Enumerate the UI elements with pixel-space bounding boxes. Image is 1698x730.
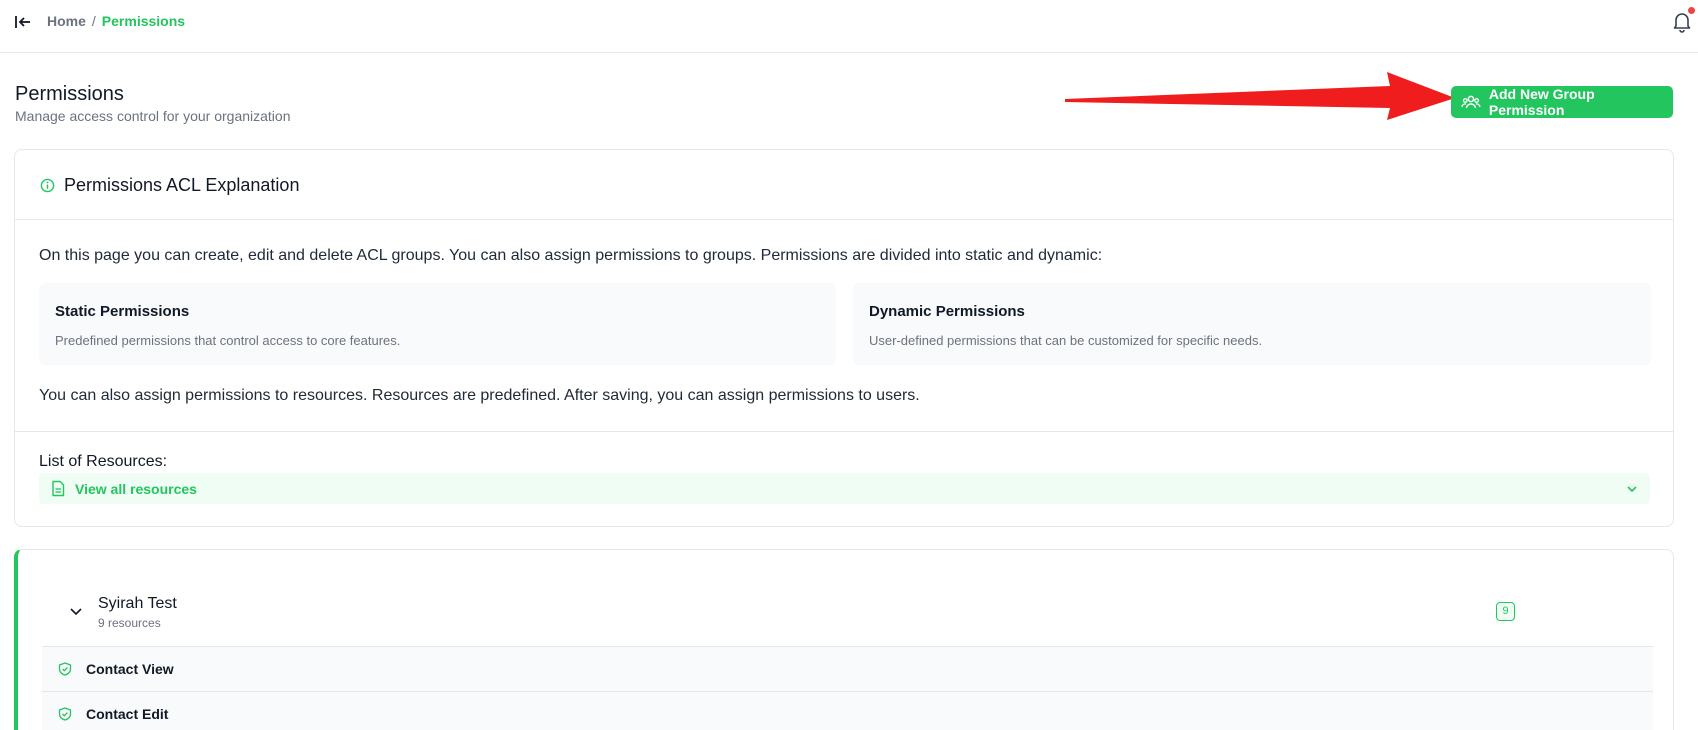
divider — [15, 431, 1673, 432]
static-permissions-title: Static Permissions — [55, 303, 190, 320]
top-bar: Home / Permissions — [0, 0, 1698, 53]
card-title: Permissions ACL Explanation — [64, 175, 300, 195]
group-permission-card: Syirah Test 9 resources 9 Contact View C… — [14, 549, 1674, 730]
resource-label: Contact Edit — [86, 706, 169, 722]
resources-label: List of Resources: — [39, 453, 168, 470]
breadcrumb: Home / Permissions — [47, 12, 185, 30]
info-icon — [40, 178, 55, 193]
annotation-arrow — [1065, 72, 1455, 120]
resource-label: Contact View — [86, 661, 174, 677]
group-resource-count: 9 resources — [98, 616, 161, 630]
chevron-down-icon — [1627, 486, 1637, 493]
chevron-down-icon[interactable] — [68, 603, 84, 619]
view-all-resources-link: View all resources — [75, 481, 197, 497]
breadcrumb-current: Permissions — [101, 13, 186, 29]
explanation-intro: On this page you can create, edit and de… — [39, 247, 1103, 264]
breadcrumb-home[interactable]: Home — [47, 12, 86, 30]
breadcrumb-separator: / — [91, 13, 96, 29]
card-header: Permissions ACL Explanation — [15, 150, 1673, 220]
resource-row: Contact Edit — [42, 691, 1653, 730]
static-permissions-box: Static Permissions Predefined permission… — [39, 283, 836, 365]
view-all-resources-toggle[interactable]: View all resources — [39, 473, 1650, 504]
static-permissions-description: Predefined permissions that control acce… — [55, 333, 401, 348]
collapse-sidebar-icon[interactable] — [13, 12, 33, 32]
dynamic-permissions-description: User-defined permissions that can be cus… — [869, 333, 1263, 348]
dynamic-permissions-box: Dynamic Permissions User-defined permiss… — [853, 283, 1651, 365]
document-icon — [52, 480, 65, 497]
resource-row: Contact View — [42, 646, 1653, 691]
acl-explanation-card: Permissions ACL Explanation On this page… — [14, 149, 1674, 527]
page-subtitle: Manage access control for your organizat… — [15, 108, 291, 124]
users-icon — [1461, 95, 1481, 109]
resources-note: You can also assign permissions to resou… — [39, 387, 920, 404]
add-group-permission-label: Add New Group Permission — [1488, 86, 1595, 118]
page-title: Permissions — [15, 83, 124, 105]
resource-count-badge: 9 — [1496, 602, 1515, 621]
shield-check-icon — [58, 707, 72, 721]
notification-dot — [1688, 7, 1695, 14]
shield-check-icon — [58, 662, 72, 676]
group-name: Syirah Test — [98, 595, 177, 612]
add-group-permission-button[interactable]: Add New Group Permission — [1451, 86, 1673, 118]
dynamic-permissions-title: Dynamic Permissions — [869, 303, 1025, 320]
